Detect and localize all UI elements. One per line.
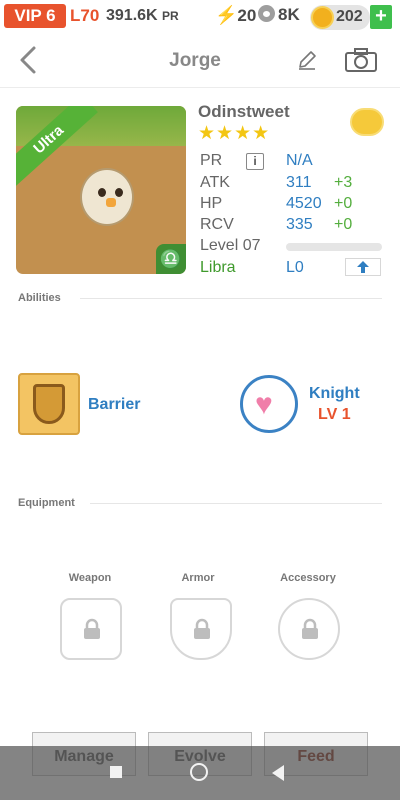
- section-divider: [80, 298, 382, 299]
- coin-icon: [311, 6, 334, 29]
- barrier-ability-label[interactable]: Barrier: [88, 396, 140, 414]
- hp-label: HP: [200, 195, 223, 212]
- energy-value: 20: [237, 6, 257, 25]
- knight-ability-level: LV 1: [318, 406, 351, 423]
- upgrade-arrow-button[interactable]: [345, 258, 381, 276]
- lock-icon: [194, 618, 210, 639]
- camera-icon[interactable]: [344, 48, 378, 72]
- page-header: Jorge: [0, 34, 400, 88]
- pr-value: 391.6K: [106, 7, 158, 24]
- page-title: Jorge: [169, 50, 221, 71]
- coin-counter: 202: [310, 5, 370, 30]
- accessory-label: Accessory: [280, 572, 336, 584]
- pr-value: N/A: [286, 152, 313, 169]
- paw-value: 8K: [278, 5, 300, 24]
- level-label: Level 07: [200, 237, 261, 254]
- weapon-slot[interactable]: [60, 598, 122, 660]
- coin-value: 202: [336, 8, 363, 25]
- hp-value: 4520: [286, 195, 322, 212]
- pencil-icon[interactable]: [296, 48, 318, 72]
- rcv-bonus: +0: [334, 216, 353, 233]
- knight-ability-icon[interactable]: ♥: [240, 375, 298, 433]
- back-triangle-icon[interactable]: [272, 765, 284, 781]
- atk-label: ATK: [200, 174, 230, 191]
- info-button[interactable]: i: [246, 153, 264, 170]
- level-progress-bar: [286, 243, 382, 251]
- pet-eye: [98, 188, 106, 197]
- star-rating: ★★★★: [198, 123, 271, 144]
- status-bar: VIP 6 L70 391.6K PR ⚡20 8K 202 +: [0, 0, 400, 34]
- pet-eye: [115, 188, 123, 197]
- abilities-section-label: Abilities: [18, 292, 61, 304]
- cloud-icon[interactable]: [350, 108, 384, 136]
- pr-unit: PR: [162, 9, 179, 23]
- shield-icon: [33, 384, 65, 424]
- knight-ability-label[interactable]: Knight: [309, 385, 360, 403]
- heart-icon: ♥: [255, 388, 273, 421]
- atk-value: 311: [286, 174, 312, 191]
- rcv-value: 335: [286, 216, 313, 233]
- pet-portrait[interactable]: Ultra ♎: [16, 106, 186, 274]
- vip-badge[interactable]: VIP 6: [4, 4, 66, 28]
- pr-label: PR: [200, 152, 223, 169]
- player-power-rating: 391.6K PR: [106, 7, 179, 25]
- armor-slot[interactable]: [170, 598, 232, 660]
- player-level: L70: [70, 6, 100, 25]
- add-coins-button[interactable]: +: [370, 5, 392, 29]
- pet-figure: [80, 168, 134, 226]
- hp-bonus: +0: [334, 195, 353, 212]
- lock-icon: [84, 618, 100, 639]
- equipment-section-label: Equipment: [18, 497, 75, 509]
- energy-counter: ⚡20: [215, 5, 256, 26]
- lock-icon: [302, 618, 318, 639]
- recent-apps-icon[interactable]: [110, 766, 122, 778]
- armor-label: Armor: [181, 572, 215, 584]
- zodiac-sign-level: L0: [286, 259, 304, 276]
- pet-name: Odinstweet: [198, 102, 290, 121]
- paw-counter: 8K: [258, 5, 300, 25]
- pet-beak: [106, 198, 116, 207]
- libra-icon: ♎: [156, 244, 186, 274]
- paw-icon: [258, 5, 275, 22]
- home-icon[interactable]: [190, 763, 208, 781]
- barrier-ability-icon[interactable]: [18, 373, 80, 435]
- rcv-label: RCV: [200, 216, 234, 233]
- arrow-up-icon: [357, 261, 369, 273]
- atk-bonus: +3: [334, 174, 353, 191]
- accessory-slot[interactable]: [278, 598, 340, 660]
- weapon-label: Weapon: [68, 572, 112, 584]
- lightning-icon: ⚡: [215, 5, 238, 25]
- section-divider: [90, 503, 382, 504]
- zodiac-sign-label: Libra: [200, 259, 236, 276]
